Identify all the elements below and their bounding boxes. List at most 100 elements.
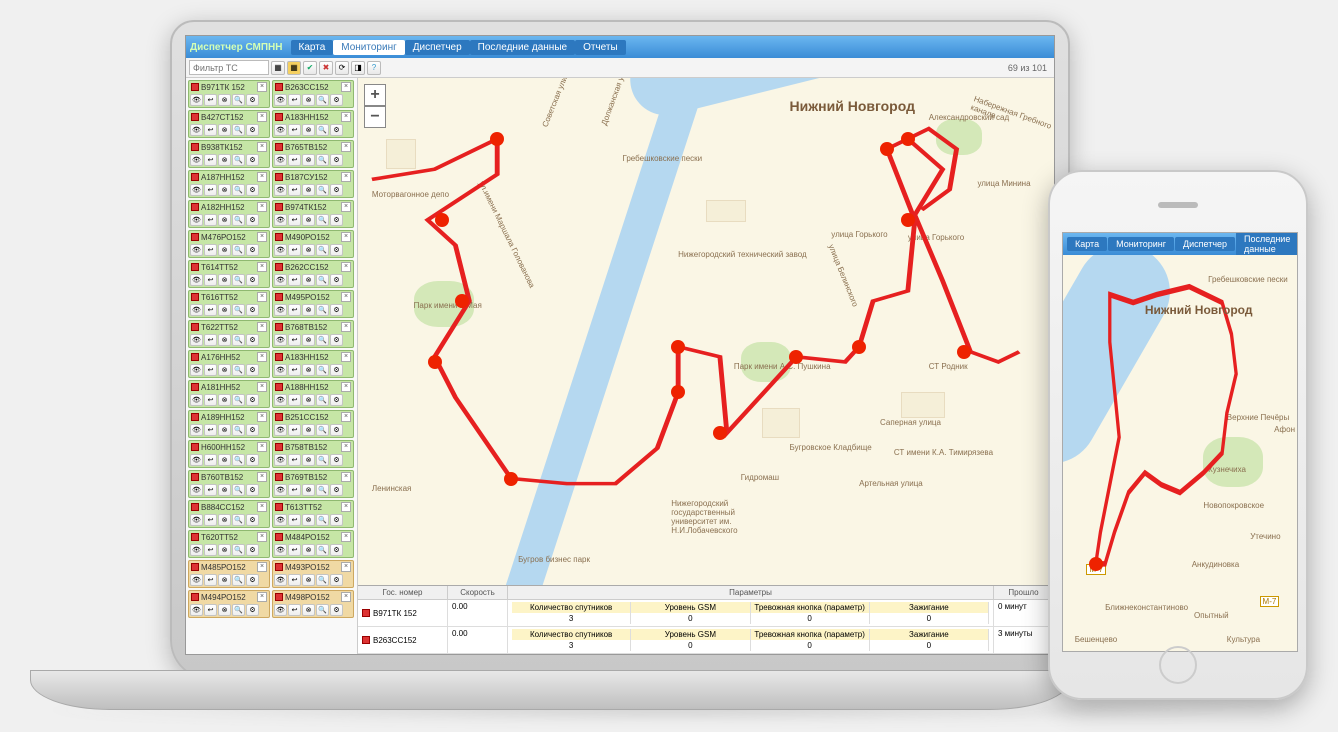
toolbar-icon[interactable]: ✔	[303, 61, 317, 75]
map-marker[interactable]	[671, 385, 685, 399]
map-marker[interactable]	[671, 340, 685, 354]
card-action-icon[interactable]: ↩	[288, 394, 301, 406]
card-action-icon[interactable]: 🔍	[232, 214, 245, 226]
close-icon[interactable]: ×	[341, 112, 351, 122]
card-action-icon[interactable]: ⊗	[218, 514, 231, 526]
vehicle-card[interactable]: Т613ТТ52×👁↩⊗🔍⚙	[272, 500, 354, 528]
vehicle-card[interactable]: А189НН152×👁↩⊗🔍⚙	[188, 410, 270, 438]
card-action-icon[interactable]: 🔍	[316, 274, 329, 286]
vehicle-card[interactable]: А176НН52×👁↩⊗🔍⚙	[188, 350, 270, 378]
card-action-icon[interactable]: 👁	[190, 184, 203, 196]
card-action-icon[interactable]: ⊗	[218, 334, 231, 346]
card-action-icon[interactable]: 👁	[274, 424, 287, 436]
card-action-icon[interactable]: 👁	[274, 244, 287, 256]
map-marker[interactable]	[435, 213, 449, 227]
toolbar-icon[interactable]: ⟳	[335, 61, 349, 75]
card-action-icon[interactable]: ↩	[204, 394, 217, 406]
card-action-icon[interactable]: 🔍	[316, 574, 329, 586]
close-icon[interactable]: ×	[341, 172, 351, 182]
vehicle-card[interactable]: М484РО152×👁↩⊗🔍⚙	[272, 530, 354, 558]
card-action-icon[interactable]: ↩	[288, 214, 301, 226]
close-icon[interactable]: ×	[257, 382, 267, 392]
close-icon[interactable]: ×	[341, 442, 351, 452]
vehicle-card[interactable]: Т616ТТ52×👁↩⊗🔍⚙	[188, 290, 270, 318]
vehicle-card[interactable]: В427СТ152×👁↩⊗🔍⚙	[188, 110, 270, 138]
map-marker[interactable]	[901, 132, 915, 146]
close-icon[interactable]: ×	[257, 412, 267, 422]
card-action-icon[interactable]: ⊗	[218, 394, 231, 406]
card-action-icon[interactable]: 👁	[274, 124, 287, 136]
card-action-icon[interactable]: 👁	[190, 484, 203, 496]
close-icon[interactable]: ×	[341, 322, 351, 332]
vehicle-card[interactable]: В938ТК152×👁↩⊗🔍⚙	[188, 140, 270, 168]
card-action-icon[interactable]: ↩	[288, 364, 301, 376]
card-action-icon[interactable]: ⊗	[302, 454, 315, 466]
card-action-icon[interactable]: ⚙	[330, 124, 343, 136]
vehicle-card[interactable]: В974ТК152×👁↩⊗🔍⚙	[272, 200, 354, 228]
card-action-icon[interactable]: 🔍	[316, 334, 329, 346]
close-icon[interactable]: ×	[257, 172, 267, 182]
card-action-icon[interactable]: ⚙	[330, 244, 343, 256]
card-action-icon[interactable]: 🔍	[316, 364, 329, 376]
toolbar-icon[interactable]: ?	[367, 61, 381, 75]
close-icon[interactable]: ×	[341, 562, 351, 572]
card-action-icon[interactable]: 🔍	[232, 124, 245, 136]
toolbar-icon[interactable]: ▦	[287, 61, 301, 75]
card-action-icon[interactable]: ⚙	[246, 364, 259, 376]
card-action-icon[interactable]: 👁	[274, 364, 287, 376]
card-action-icon[interactable]: ⚙	[330, 364, 343, 376]
card-action-icon[interactable]: 🔍	[232, 514, 245, 526]
card-action-icon[interactable]: ↩	[288, 94, 301, 106]
card-action-icon[interactable]: ↩	[288, 244, 301, 256]
card-action-icon[interactable]: ⚙	[246, 244, 259, 256]
card-action-icon[interactable]: 👁	[190, 274, 203, 286]
close-icon[interactable]: ×	[341, 142, 351, 152]
card-action-icon[interactable]: ⚙	[246, 124, 259, 136]
card-action-icon[interactable]: ↩	[288, 604, 301, 616]
tab-Последние данные[interactable]: Последние данные	[470, 40, 575, 55]
card-action-icon[interactable]: 👁	[190, 304, 203, 316]
close-icon[interactable]: ×	[257, 532, 267, 542]
card-action-icon[interactable]: ⚙	[330, 154, 343, 166]
card-action-icon[interactable]: 👁	[190, 424, 203, 436]
vehicle-card[interactable]: В768ТВ152×👁↩⊗🔍⚙	[272, 320, 354, 348]
vehicle-card[interactable]: В769ТВ152×👁↩⊗🔍⚙	[272, 470, 354, 498]
card-action-icon[interactable]: ↩	[288, 184, 301, 196]
card-action-icon[interactable]: 🔍	[316, 424, 329, 436]
card-action-icon[interactable]: ↩	[204, 424, 217, 436]
map-marker[interactable]	[880, 142, 894, 156]
card-action-icon[interactable]: ↩	[204, 334, 217, 346]
card-action-icon[interactable]: ⊗	[302, 544, 315, 556]
card-action-icon[interactable]: 👁	[190, 604, 203, 616]
card-action-icon[interactable]: 👁	[190, 214, 203, 226]
close-icon[interactable]: ×	[257, 502, 267, 512]
card-action-icon[interactable]: ⚙	[330, 304, 343, 316]
card-action-icon[interactable]: ⚙	[246, 514, 259, 526]
card-action-icon[interactable]: ⊗	[302, 424, 315, 436]
tab-monitoring[interactable]: Мониторинг	[1108, 237, 1174, 251]
card-action-icon[interactable]: ↩	[288, 574, 301, 586]
card-action-icon[interactable]: 👁	[190, 364, 203, 376]
vehicle-card[interactable]: А182НН152×👁↩⊗🔍⚙	[188, 200, 270, 228]
card-action-icon[interactable]: ⚙	[246, 184, 259, 196]
card-action-icon[interactable]: ⚙	[330, 94, 343, 106]
card-action-icon[interactable]: 👁	[274, 604, 287, 616]
card-action-icon[interactable]: ↩	[204, 544, 217, 556]
close-icon[interactable]: ×	[257, 352, 267, 362]
vehicle-card[interactable]: В765ТВ152×👁↩⊗🔍⚙	[272, 140, 354, 168]
card-action-icon[interactable]: 🔍	[232, 154, 245, 166]
card-action-icon[interactable]: 🔍	[316, 94, 329, 106]
vehicle-card[interactable]: А188НН152×👁↩⊗🔍⚙	[272, 380, 354, 408]
vehicle-card[interactable]: В263СС152×👁↩⊗🔍⚙	[272, 80, 354, 108]
card-action-icon[interactable]: ⊗	[218, 304, 231, 316]
card-action-icon[interactable]: ⊗	[218, 484, 231, 496]
card-action-icon[interactable]: ⚙	[246, 214, 259, 226]
card-action-icon[interactable]: ↩	[204, 514, 217, 526]
card-action-icon[interactable]: ⊗	[302, 514, 315, 526]
card-action-icon[interactable]: 🔍	[232, 604, 245, 616]
card-action-icon[interactable]: 🔍	[316, 454, 329, 466]
card-action-icon[interactable]: ↩	[288, 454, 301, 466]
filter-input[interactable]	[189, 60, 269, 75]
card-action-icon[interactable]: ↩	[288, 124, 301, 136]
card-action-icon[interactable]: ⊗	[302, 334, 315, 346]
